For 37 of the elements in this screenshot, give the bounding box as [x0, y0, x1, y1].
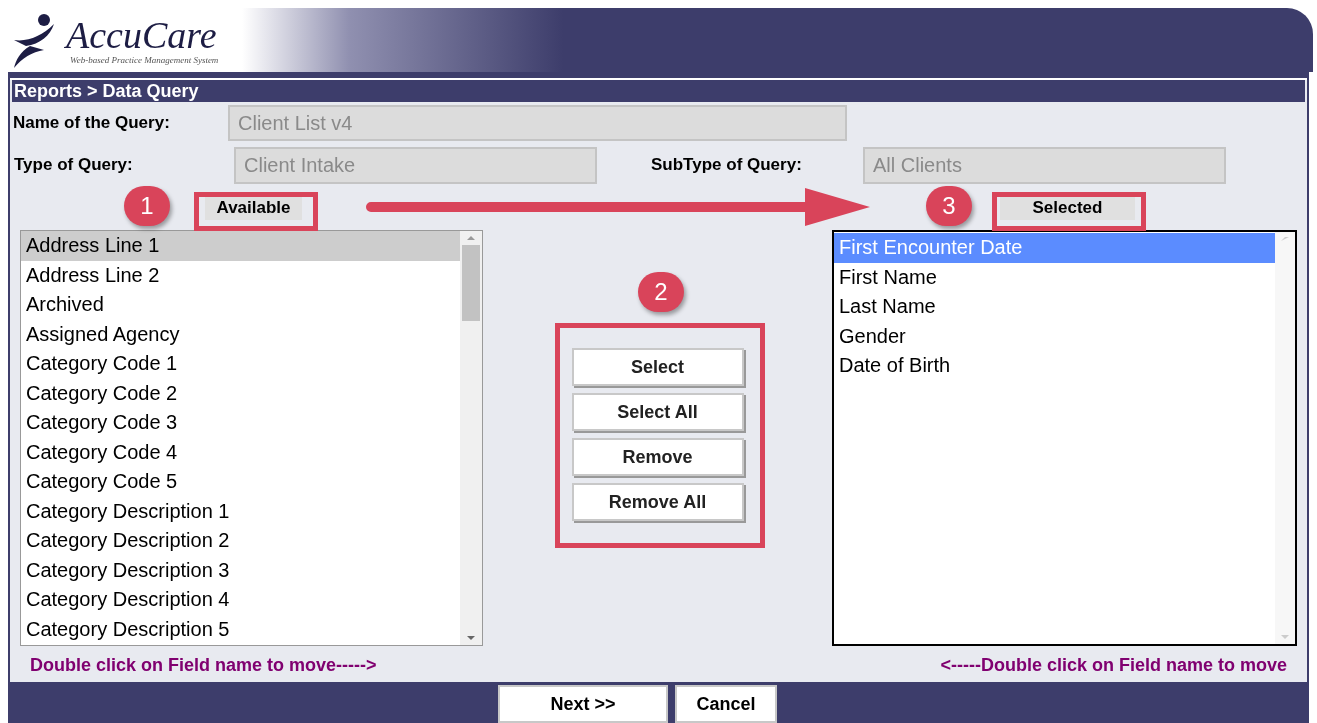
list-item[interactable]: First Name	[834, 262, 1275, 292]
list-item[interactable]: Category Description 1	[21, 496, 460, 526]
list-item[interactable]: Archived	[21, 290, 460, 320]
list-item[interactable]: Address Line 2	[21, 260, 460, 290]
breadcrumb-bar: Reports > Data Query	[12, 80, 1305, 102]
list-item[interactable]: Category Code 5	[21, 467, 460, 497]
logo-text: AccuCare	[66, 15, 218, 55]
hint-text: <-----Double click on Field name to move	[940, 653, 1287, 677]
list-heading: Selected	[1000, 196, 1135, 220]
list-item[interactable]: Category Description 3	[21, 555, 460, 585]
next-button[interactable]: Next >>	[498, 685, 668, 723]
list-item[interactable]: Last Name	[834, 292, 1275, 322]
list-item[interactable]: Category Code 2	[21, 378, 460, 408]
cancel-button[interactable]: Cancel	[675, 685, 777, 723]
scroll-thumb[interactable]	[462, 245, 480, 321]
select-all-button[interactable]: Select All	[571, 393, 744, 431]
logo-tagline: Web-based Practice Management System	[69, 55, 219, 65]
list-item[interactable]: Assigned Agency	[21, 319, 460, 349]
list-item[interactable]: Category Code 3	[21, 408, 460, 438]
select-button[interactable]: Select	[571, 348, 744, 386]
list-item[interactable]: Address Line 1	[21, 231, 460, 261]
list-item[interactable]: Category Description 2	[21, 526, 460, 556]
list-item[interactable]: Gender	[834, 321, 1275, 351]
scrollbar[interactable]	[460, 231, 482, 645]
remove-all-button[interactable]: Remove All	[571, 483, 744, 521]
field-label: Name of the Query:	[13, 112, 171, 135]
scrollbar[interactable]	[1275, 232, 1295, 644]
list-item[interactable]: Category Code 4	[21, 437, 460, 467]
list-item[interactable]: Category Description 4	[21, 585, 460, 615]
hint-text: Double click on Field name to move----->	[30, 653, 377, 677]
list-item[interactable]: Category Code 1	[21, 349, 460, 379]
field-label: SubType of Query:	[651, 154, 803, 177]
list-heading: Available	[205, 196, 302, 220]
list-item[interactable]: Category Description 5	[21, 614, 460, 644]
remove-button[interactable]: Remove	[571, 438, 744, 476]
list-item[interactable]: Date of Birth	[834, 351, 1275, 381]
field-label: Type of Query:	[14, 154, 134, 177]
